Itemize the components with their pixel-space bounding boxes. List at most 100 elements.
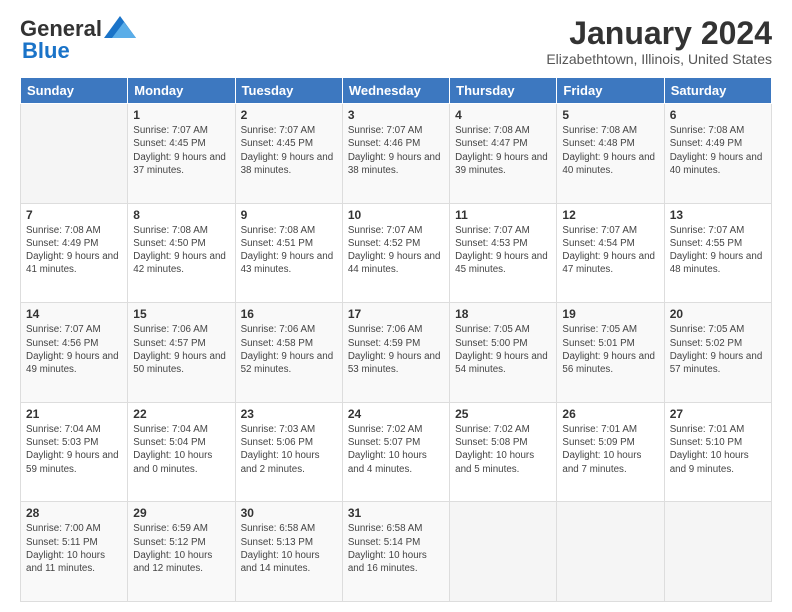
calendar-table: SundayMondayTuesdayWednesdayThursdayFrid… (20, 77, 772, 602)
day-number: 13 (670, 208, 766, 222)
calendar-cell: 31Sunrise: 6:58 AMSunset: 5:14 PMDayligh… (342, 502, 449, 602)
day-number: 16 (241, 307, 337, 321)
week-row-4: 21Sunrise: 7:04 AMSunset: 5:03 PMDayligh… (21, 402, 772, 502)
calendar-cell: 4Sunrise: 7:08 AMSunset: 4:47 PMDaylight… (450, 104, 557, 204)
page: General Blue January 2024 Elizabethtown,… (0, 0, 792, 612)
week-row-5: 28 Sunrise: 7:00 AMSunset: 5:11 PMDayligh… (21, 502, 772, 602)
logo-blue: Blue (20, 38, 70, 64)
day-number: 7 (26, 208, 122, 222)
day-number: 3 (348, 108, 444, 122)
day-number: 10 (348, 208, 444, 222)
calendar-cell: 8 Sunrise: 7:08 AMSunset: 4:50 PMDaylight… (128, 203, 235, 303)
day-detail: Sunrise: 7:04 AMSunset: 5:04 PMDaylight:… (133, 424, 212, 475)
day-detail: Sunrise: 7:05 AMSunset: 5:00 PMDaylight:… (455, 324, 548, 375)
calendar-cell: 15 Sunrise: 7:06 AMSunset: 4:57 PMDayligh… (128, 303, 235, 403)
calendar-cell: 10 Sunrise: 7:07 AMSunset: 4:52 PMDayligh… (342, 203, 449, 303)
calendar-cell: 14 Sunrise: 7:07 AMSunset: 4:56 PMDayligh… (21, 303, 128, 403)
day-detail: Sunrise: 7:03 AMSunset: 5:06 PMDaylight:… (241, 424, 320, 475)
calendar-cell: 1 Sunrise: 7:07 AMSunset: 4:45 PMDaylight… (128, 104, 235, 204)
day-number: 2 (241, 108, 337, 122)
calendar-cell: 17 Sunrise: 7:06 AMSunset: 4:59 PMDayligh… (342, 303, 449, 403)
day-detail: Sunrise: 7:06 AMSunset: 4:59 PMDaylight:… (348, 324, 441, 375)
day-number: 19 (562, 307, 658, 321)
weekday-header-monday: Monday (128, 78, 235, 104)
day-detail: Sunrise: 7:08 AMSunset: 4:49 PMDaylight:… (26, 225, 119, 276)
logo: General Blue (20, 16, 136, 64)
day-number: 1 (133, 108, 229, 122)
day-detail: Sunrise: 7:04 AMSunset: 5:03 PMDaylight:… (26, 424, 119, 475)
day-detail: Sunrise: 6:58 AMSunset: 5:13 PMDaylight:… (241, 523, 320, 574)
day-number: 23 (241, 407, 337, 421)
calendar-cell: 5 Sunrise: 7:08 AMSunset: 4:48 PMDaylight… (557, 104, 664, 204)
day-number: 28 (26, 506, 122, 520)
day-detail: Sunrise: 7:07 AMSunset: 4:53 PMDaylight:… (455, 225, 548, 276)
header: General Blue January 2024 Elizabethtown,… (20, 16, 772, 67)
day-detail: Sunrise: 7:02 AMSunset: 5:07 PMDaylight:… (348, 424, 427, 475)
calendar-cell: 19 Sunrise: 7:05 AMSunset: 5:01 PMDayligh… (557, 303, 664, 403)
day-number: 8 (133, 208, 229, 222)
weekday-header-row: SundayMondayTuesdayWednesdayThursdayFrid… (21, 78, 772, 104)
day-detail: Sunrise: 7:07 AMSunset: 4:45 PMDaylight:… (133, 125, 226, 176)
day-detail: Sunrise: 7:08 AMSunset: 4:48 PMDaylight:… (562, 125, 655, 176)
day-detail: Sunrise: 7:06 AMSunset: 4:58 PMDaylight:… (241, 324, 334, 375)
calendar-cell: 24Sunrise: 7:02 AMSunset: 5:07 PMDayligh… (342, 402, 449, 502)
day-detail: Sunrise: 7:00 AMSunset: 5:11 PMDaylight:… (26, 523, 105, 574)
day-number: 15 (133, 307, 229, 321)
day-number: 26 (562, 407, 658, 421)
calendar-cell: 21Sunrise: 7:04 AMSunset: 5:03 PMDayligh… (21, 402, 128, 502)
calendar-cell: 25Sunrise: 7:02 AMSunset: 5:08 PMDayligh… (450, 402, 557, 502)
day-detail: Sunrise: 6:58 AMSunset: 5:14 PMDaylight:… (348, 523, 427, 574)
calendar-cell: 23 Sunrise: 7:03 AMSunset: 5:06 PMDayligh… (235, 402, 342, 502)
day-detail: Sunrise: 7:07 AMSunset: 4:52 PMDaylight:… (348, 225, 441, 276)
day-detail: Sunrise: 7:06 AMSunset: 4:57 PMDaylight:… (133, 324, 226, 375)
day-detail: Sunrise: 6:59 AMSunset: 5:12 PMDaylight:… (133, 523, 212, 574)
day-detail: Sunrise: 7:08 AMSunset: 4:51 PMDaylight:… (241, 225, 334, 276)
day-detail: Sunrise: 7:07 AMSunset: 4:55 PMDaylight:… (670, 225, 763, 276)
weekday-header-sunday: Sunday (21, 78, 128, 104)
day-number: 5 (562, 108, 658, 122)
day-number: 6 (670, 108, 766, 122)
calendar-cell: 16 Sunrise: 7:06 AMSunset: 4:58 PMDayligh… (235, 303, 342, 403)
calendar-cell: 13 Sunrise: 7:07 AMSunset: 4:55 PMDayligh… (664, 203, 771, 303)
title-block: January 2024 Elizabethtown, Illinois, Un… (546, 16, 772, 67)
calendar-cell: 30 Sunrise: 6:58 AMSunset: 5:13 PMDayligh… (235, 502, 342, 602)
calendar-cell: 12 Sunrise: 7:07 AMSunset: 4:54 PMDayligh… (557, 203, 664, 303)
day-number: 11 (455, 208, 551, 222)
calendar-cell: 27Sunrise: 7:01 AMSunset: 5:10 PMDayligh… (664, 402, 771, 502)
calendar-cell: 11 Sunrise: 7:07 AMSunset: 4:53 PMDayligh… (450, 203, 557, 303)
calendar-cell: 2Sunrise: 7:07 AMSunset: 4:45 PMDaylight… (235, 104, 342, 204)
calendar-cell (21, 104, 128, 204)
calendar-cell (450, 502, 557, 602)
day-detail: Sunrise: 7:08 AMSunset: 4:49 PMDaylight:… (670, 125, 763, 176)
day-number: 14 (26, 307, 122, 321)
calendar-cell (664, 502, 771, 602)
calendar-cell: 6 Sunrise: 7:08 AMSunset: 4:49 PMDaylight… (664, 104, 771, 204)
day-number: 30 (241, 506, 337, 520)
calendar-cell: 3 Sunrise: 7:07 AMSunset: 4:46 PMDaylight… (342, 104, 449, 204)
calendar-cell: 18 Sunrise: 7:05 AMSunset: 5:00 PMDayligh… (450, 303, 557, 403)
day-number: 9 (241, 208, 337, 222)
week-row-1: 1 Sunrise: 7:07 AMSunset: 4:45 PMDaylight… (21, 104, 772, 204)
day-number: 12 (562, 208, 658, 222)
weekday-header-friday: Friday (557, 78, 664, 104)
day-number: 4 (455, 108, 551, 122)
day-detail: Sunrise: 7:05 AMSunset: 5:01 PMDaylight:… (562, 324, 655, 375)
page-subtitle: Elizabethtown, Illinois, United States (546, 51, 772, 67)
day-number: 18 (455, 307, 551, 321)
day-detail: Sunrise: 7:01 AMSunset: 5:10 PMDaylight:… (670, 424, 749, 475)
day-detail: Sunrise: 7:07 AMSunset: 4:46 PMDaylight:… (348, 125, 441, 176)
day-detail: Sunrise: 7:05 AMSunset: 5:02 PMDaylight:… (670, 324, 763, 375)
weekday-header-tuesday: Tuesday (235, 78, 342, 104)
day-number: 20 (670, 307, 766, 321)
weekday-header-thursday: Thursday (450, 78, 557, 104)
page-title: January 2024 (546, 16, 772, 51)
calendar-cell: 29Sunrise: 6:59 AMSunset: 5:12 PMDayligh… (128, 502, 235, 602)
calendar-cell: 20 Sunrise: 7:05 AMSunset: 5:02 PMDayligh… (664, 303, 771, 403)
calendar-cell (557, 502, 664, 602)
day-detail: Sunrise: 7:08 AMSunset: 4:50 PMDaylight:… (133, 225, 226, 276)
day-number: 25 (455, 407, 551, 421)
day-number: 17 (348, 307, 444, 321)
day-detail: Sunrise: 7:07 AMSunset: 4:54 PMDaylight:… (562, 225, 655, 276)
weekday-header-saturday: Saturday (664, 78, 771, 104)
day-detail: Sunrise: 7:07 AMSunset: 4:56 PMDaylight:… (26, 324, 119, 375)
